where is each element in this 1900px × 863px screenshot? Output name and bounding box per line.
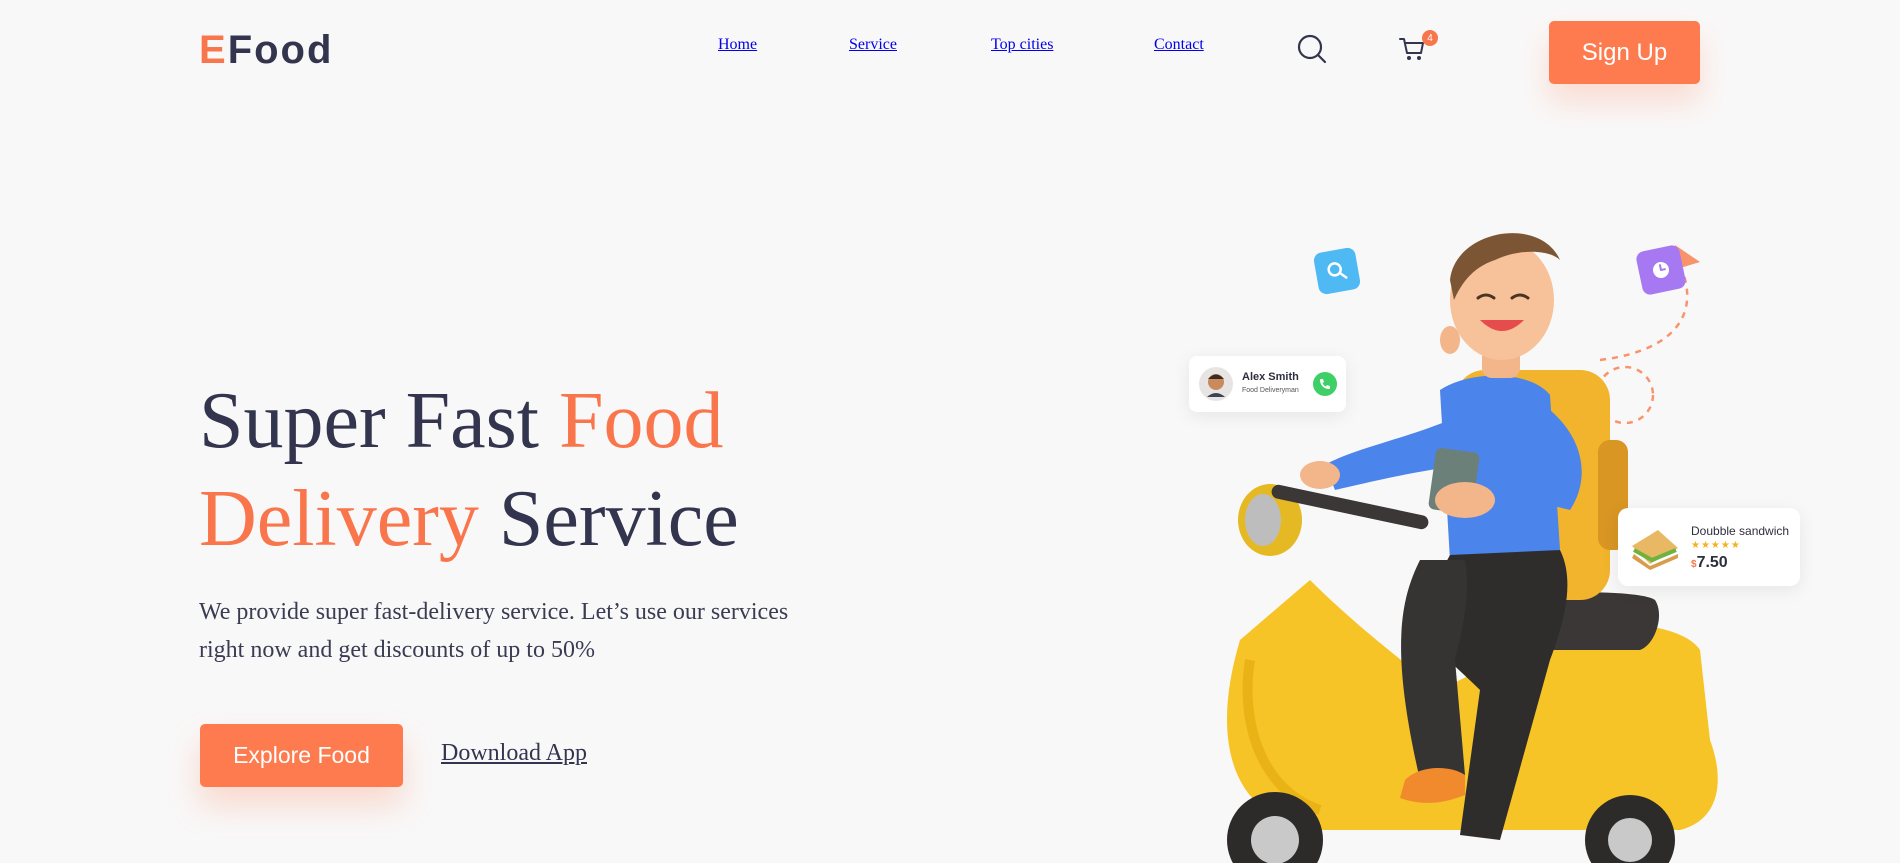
- hero-title-part4: Service: [478, 475, 739, 563]
- hero-description-line1: We provide super fast-delivery service. …: [199, 599, 789, 625]
- signup-button[interactable]: Sign Up: [1549, 21, 1700, 84]
- hero-title-part2: Food: [559, 377, 724, 465]
- food-price: $7.50: [1691, 554, 1728, 572]
- nav-top-cities[interactable]: Top cities: [991, 36, 1053, 54]
- nav-contact[interactable]: Contact: [1154, 36, 1204, 54]
- brand-logo-accent: E: [199, 28, 228, 72]
- search-tile-icon: [1312, 246, 1362, 296]
- avatar: [1199, 367, 1233, 401]
- deliveryman-role: Food Deliveryman: [1242, 387, 1299, 394]
- brand-logo-text: Food: [227, 28, 334, 72]
- cart-count-badge: 4: [1422, 30, 1438, 46]
- search-button[interactable]: [1297, 34, 1327, 64]
- brand-logo[interactable]: EFood: [199, 28, 333, 73]
- hero-title-part1: Super Fast: [199, 377, 559, 465]
- hero-title-part3: Delivery: [199, 475, 479, 563]
- phone-icon[interactable]: [1313, 372, 1337, 396]
- nav-service[interactable]: Service: [849, 36, 897, 54]
- hero-title: Super Fast Food Delivery Service: [199, 372, 899, 568]
- search-icon: [1297, 34, 1327, 64]
- sandwich-icon: [1632, 530, 1678, 570]
- rating-stars: ★★★★★: [1691, 540, 1741, 551]
- deliveryman-name: Alex Smith: [1242, 371, 1299, 383]
- cart-button[interactable]: 4: [1398, 30, 1438, 66]
- food-card: Doubble sandwich ★★★★★ $7.50: [1618, 508, 1800, 586]
- deliveryman-card: Alex Smith Food Deliveryman: [1189, 356, 1346, 412]
- download-app-link[interactable]: Download App: [441, 740, 587, 767]
- price-value: 7.50: [1696, 554, 1728, 571]
- nav-home[interactable]: Home: [718, 36, 757, 54]
- food-name: Doubble sandwich: [1691, 524, 1790, 538]
- hero-description: We provide super fast-delivery service. …: [199, 593, 839, 669]
- clock-tile-icon: [1634, 243, 1688, 297]
- explore-food-button[interactable]: Explore Food: [200, 724, 403, 787]
- hero-description-line2: right now and get discounts of up to 50%: [199, 637, 595, 663]
